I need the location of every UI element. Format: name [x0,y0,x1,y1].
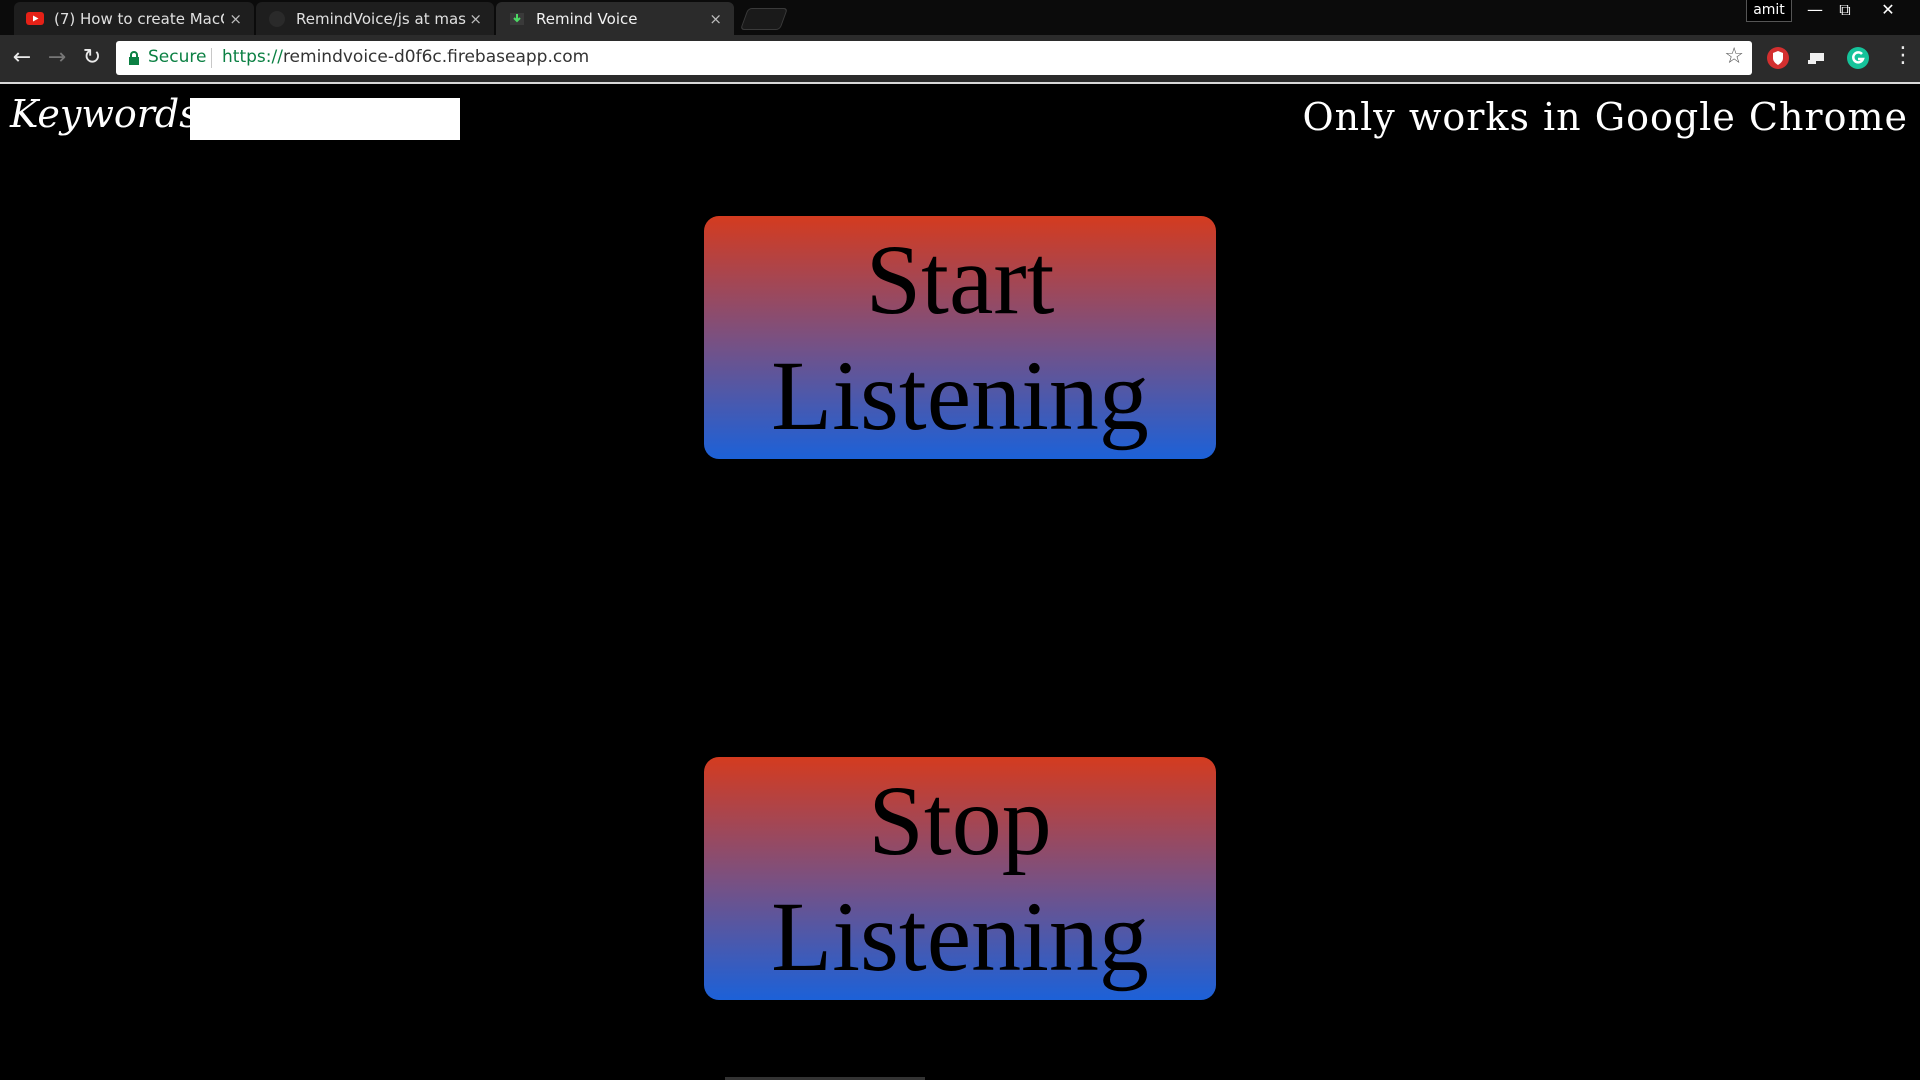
new-tab-button[interactable] [739,8,789,30]
reload-icon[interactable]: ↻ [79,45,105,71]
start-button-line1: Start [865,223,1055,335]
back-arrow-icon[interactable]: ← [9,45,35,71]
tab-close-icon[interactable]: × [229,10,242,28]
start-button-line2: Listening [771,339,1149,451]
browser-menu-icon[interactable]: ⋮ [1892,43,1914,68]
page-content: Keywords Only works in Google Chrome Sta… [0,84,1920,1080]
grammarly-extension-icon[interactable] [1846,46,1870,70]
close-window-icon[interactable]: ✕ [1873,0,1903,22]
url-host: remindvoice-d0f6c.firebaseapp.com [282,47,590,67]
github-icon [268,10,286,28]
tab-strip: (7) How to create MacOS × RemindVoice/js… [0,0,1920,35]
stop-button-line1: Stop [868,764,1052,876]
youtube-icon [26,10,44,28]
tab-title: (7) How to create MacOS [54,9,224,28]
shield-extension-icon[interactable] [1766,46,1790,70]
tab-youtube[interactable]: (7) How to create MacOS × [14,2,254,35]
tab-remind-voice[interactable]: Remind Voice × [496,2,734,35]
minimize-icon[interactable]: — [1800,0,1830,22]
browser-toolbar: ← → ↻ Secure https://remindvoice-d0f6c.f… [0,35,1920,82]
tab-title: Remind Voice [536,9,638,28]
url-text[interactable]: https://remindvoice-d0f6c.firebaseapp.co… [222,47,589,67]
stop-listening-button[interactable]: Stop Listening [704,757,1216,1000]
start-listening-button[interactable]: Start Listening [704,216,1216,459]
keywords-label: Keywords [10,92,199,136]
browser-compat-note: Only works in Google Chrome [1302,95,1908,139]
lock-icon [128,50,140,65]
tab-title: RemindVoice/js at maste [296,9,466,28]
download-icon [508,10,526,28]
stop-button-line2: Listening [771,880,1149,992]
keywords-input[interactable] [190,98,460,140]
tab-close-icon[interactable]: × [469,10,482,28]
tab-github[interactable]: RemindVoice/js at maste × [256,2,494,35]
cast-extension-icon[interactable] [1806,46,1830,70]
url-scheme: https:// [222,47,283,67]
address-bar[interactable]: Secure https://remindvoice-d0f6c.firebas… [116,41,1752,75]
restore-icon[interactable]: ⧉ [1830,0,1860,22]
forward-arrow-icon[interactable]: → [44,45,70,71]
tab-close-icon[interactable]: × [709,10,722,28]
address-divider [211,48,212,68]
bookmark-star-icon[interactable]: ☆ [1724,44,1744,69]
profile-button[interactable]: amit [1746,0,1792,22]
secure-label: Secure [148,47,207,67]
